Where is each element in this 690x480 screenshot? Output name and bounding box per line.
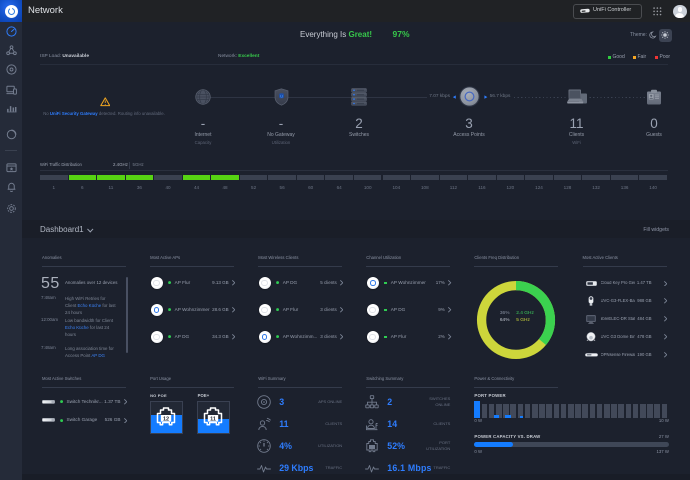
svg-text:11: 11 [210,416,216,422]
svg-text:12: 12 [163,416,169,422]
